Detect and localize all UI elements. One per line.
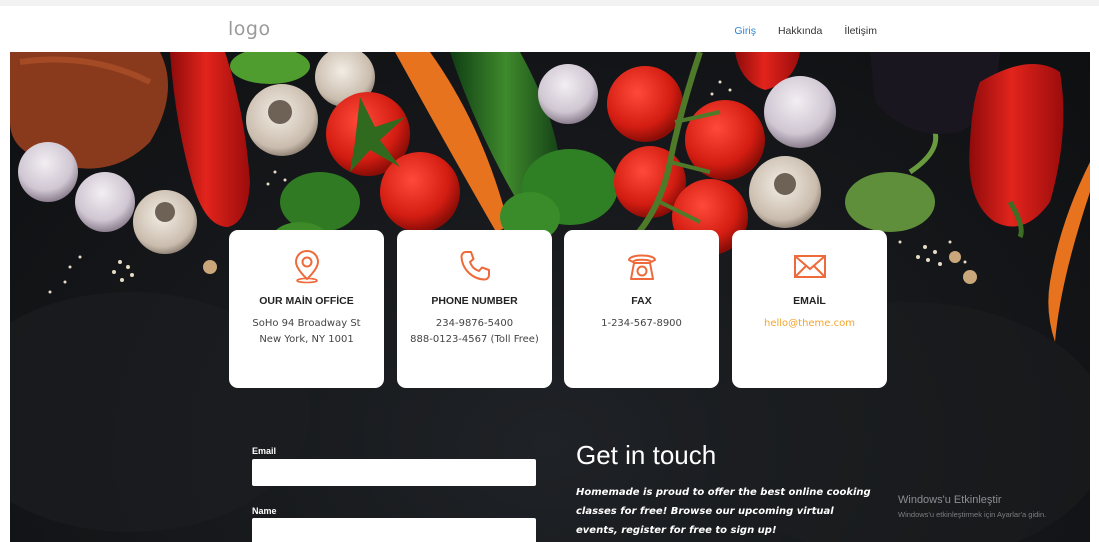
map-pin-icon	[294, 249, 319, 284]
windows-activation-subtitle: Windows'u etkinleştirmek için Ayarlar'a …	[898, 510, 1047, 519]
logo[interactable]: logo	[228, 18, 271, 40]
card-title: OUR MAİN OFFİCE	[259, 295, 354, 307]
card-title: FAX	[631, 295, 652, 307]
windows-activation-title: Windows'u Etkinleştir	[898, 494, 1002, 506]
fax-icon	[627, 254, 656, 280]
nav-item-hakkinda[interactable]: Hakkında	[778, 25, 822, 37]
phone-toll-free[interactable]: 888-0123-4567 (Toll Free)	[407, 332, 542, 348]
contact-card-phone: PHONE NUMBER 234-9876-5400 888-0123-4567…	[397, 230, 552, 388]
name-label: Name	[252, 506, 277, 516]
card-title: EMAİL	[793, 295, 826, 307]
contact-card-email: EMAİL hello@theme.com	[732, 230, 887, 388]
contact-description: Homemade is proud to offer the best onli…	[576, 487, 871, 536]
envelope-icon	[793, 255, 826, 278]
nav-item-giris[interactable]: Giriş	[734, 25, 756, 37]
card-text: SoHo 94 Broadway St New York, NY 1001	[229, 316, 384, 348]
email-link[interactable]: hello@theme.com	[742, 316, 877, 332]
email-input[interactable]	[252, 459, 536, 486]
phone-primary[interactable]: 234-9876-5400	[407, 316, 542, 332]
contact-card-office: OUR MAİN OFFİCE SoHo 94 Broadway St New …	[229, 230, 384, 388]
card-text: 234-9876-5400 888-0123-4567 (Toll Free)	[397, 316, 552, 348]
fax-number: 1-234-567-8900	[601, 318, 682, 329]
office-street: SoHo 94 Broadway St	[252, 318, 361, 329]
contact-heading: Get in touch	[576, 440, 717, 470]
phone-icon	[460, 251, 490, 281]
card-text: 1-234-567-8900	[564, 316, 719, 332]
top-navbar: logo Giriş Hakkında İletişim	[0, 0, 1099, 52]
nav-item-iletisim[interactable]: İletişim	[844, 25, 877, 37]
office-city: New York, NY 1001	[259, 334, 354, 345]
main-nav: Giriş Hakkında İletişim	[734, 25, 877, 37]
email-label: Email	[252, 446, 277, 456]
name-input[interactable]	[252, 518, 536, 542]
contact-card-fax: FAX 1-234-567-8900	[564, 230, 719, 388]
card-title: PHONE NUMBER	[431, 295, 518, 307]
card-text: hello@theme.com	[732, 316, 887, 332]
hero-section: OUR MAİN OFFİCE SoHo 94 Broadway St New …	[10, 52, 1090, 542]
